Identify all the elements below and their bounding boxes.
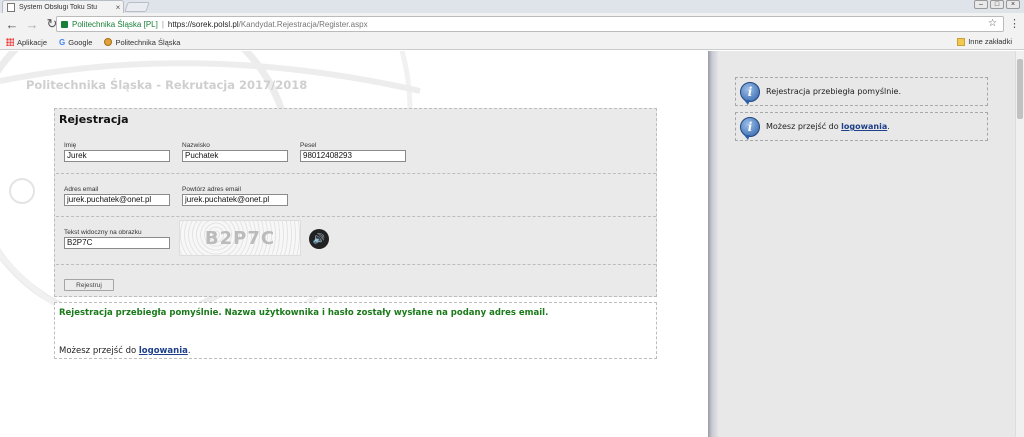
captcha-input[interactable]: B2P7C (64, 237, 170, 249)
pesel-group: Pesel 98012408293 (300, 142, 406, 162)
login-link[interactable]: logowania (139, 346, 188, 356)
apps-icon (6, 38, 14, 46)
security-label: Politechnika Śląska [PL] (72, 19, 158, 29)
pesel-input[interactable]: 98012408293 (300, 150, 406, 162)
address-bar[interactable]: Politechnika Śląska [PL] | https://sorek… (56, 16, 1004, 32)
window-close-button[interactable]: × (1006, 0, 1020, 9)
bookmark-polsl-label: Politechnika Śląska (115, 37, 181, 47)
captcha-image: B2P7C (179, 220, 301, 256)
captcha-label: Tekst widoczny na obrazku (64, 229, 142, 236)
scrollbar[interactable] (1015, 51, 1024, 437)
back-arrow-icon[interactable]: ← (4, 17, 20, 32)
bookmark-google[interactable]: G Google (59, 37, 93, 48)
lock-icon (61, 20, 68, 28)
first-name-input[interactable]: Jurek (64, 150, 170, 162)
sidebar-login-suffix: . (887, 122, 890, 131)
bookmark-other-label: Inne zakładki (968, 37, 1012, 46)
bookmark-polsl[interactable]: Politechnika Śląska (104, 38, 180, 47)
bookmark-apps-label: Aplikacje (17, 37, 48, 47)
login-hint: Możesz przejść do logowania. (59, 346, 191, 356)
first-name-label: Imię (64, 142, 77, 149)
page-icon (7, 2, 15, 12)
email-repeat-input[interactable]: jurek.puchatek@onet.pl (182, 194, 288, 206)
tab-title: System Obsługi Toku Stu (19, 3, 98, 11)
email-repeat-label: Powtórz adres email (182, 186, 241, 193)
bookmark-google-label: Google (68, 37, 93, 47)
bookmark-apps[interactable]: Aplikacje (6, 38, 47, 47)
bookmarks-bar: Aplikacje G Google Politechnika Śląska In… (0, 35, 1024, 50)
last-name-input[interactable]: Puchatek (182, 150, 288, 162)
row-divider (56, 264, 656, 265)
email-label: Adres email (64, 186, 99, 193)
result-panel: Rejestracja przebiegła pomyślnie. Nazwa … (54, 302, 657, 359)
url-host: https://sorek.polsl.pl (167, 19, 239, 29)
email-group: Adres email jurek.puchatek@onet.pl (64, 186, 170, 206)
last-name-label: Nazwisko (182, 142, 210, 149)
browser-tab[interactable]: System Obsługi Toku Stu × (2, 0, 124, 13)
register-button[interactable]: Rejestruj (64, 279, 114, 291)
form-title: Rejestracja (59, 113, 129, 126)
new-tab-button[interactable] (124, 2, 150, 12)
page-content: Politechnika Śląska - Rekrutacja 2017/20… (0, 51, 1024, 437)
success-message: Rejestracja przebiegła pomyślnie. Nazwa … (59, 308, 549, 318)
sidebar-message-text: Rejestracja przebiegła pomyślnie. (766, 87, 901, 96)
scrollbar-thumb[interactable] (1017, 59, 1023, 119)
browser-toolbar: ← → ↻ Politechnika Śląska [PL] | https:/… (0, 13, 1024, 35)
sidebar-login-link[interactable]: logowania (841, 122, 887, 131)
sidebar-login-prefix: Możesz przejść do (766, 122, 839, 131)
sidebar-message-success: i Rejestracja przebiegła pomyślnie. (735, 77, 988, 106)
browser-tab-bar: System Obsługi Toku Stu × – □ × (0, 0, 1024, 13)
row-divider (56, 173, 656, 174)
email-input[interactable]: jurek.puchatek@onet.pl (64, 194, 170, 206)
bookmark-star-icon[interactable]: ☆ (988, 18, 997, 29)
sidebar-message-login: i Możesz przejść do logowania. (735, 112, 988, 141)
pesel-label: Pesel (300, 142, 317, 149)
window-controls: – □ × (974, 0, 1020, 9)
last-name-group: Nazwisko Puchatek (182, 142, 288, 162)
url-path: /Kandydat.Rejestracja/Register.aspx (238, 19, 368, 29)
info-icon: i (740, 116, 760, 140)
site-title: Politechnika Śląska - Rekrutacja 2017/20… (26, 78, 308, 92)
row-divider (56, 216, 656, 217)
tab-close-icon[interactable]: × (113, 3, 123, 12)
info-icon: i (740, 81, 760, 105)
address-separator: | (161, 19, 164, 29)
speaker-icon[interactable]: 🔊 (309, 229, 329, 249)
first-name-group: Imię Jurek (64, 142, 170, 162)
login-hint-suffix: . (187, 346, 191, 356)
maximize-button[interactable]: □ (990, 0, 1004, 9)
browser-menu-icon[interactable]: ⋮ (1009, 17, 1020, 30)
content-divider (708, 51, 718, 437)
sidebar: i Rejestracja przebiegła pomyślnie. i Mo… (718, 51, 1015, 437)
login-hint-prefix: Możesz przejść do (59, 346, 139, 356)
folder-icon (957, 37, 966, 46)
captcha-image-text: B2P7C (204, 227, 276, 249)
polsl-logo-icon (104, 38, 113, 46)
minimize-button[interactable]: – (974, 0, 988, 9)
email-repeat-group: Powtórz adres email jurek.puchatek@onet.… (182, 186, 288, 206)
registration-form: Rejestracja Imię Jurek Nazwisko Puchatek… (54, 108, 657, 297)
bookmark-other[interactable]: Inne zakładki (957, 37, 1012, 46)
captcha-group: Tekst widoczny na obrazku B2P7C (64, 229, 170, 249)
google-icon: G (59, 38, 66, 47)
forward-arrow-icon[interactable]: → (24, 17, 40, 32)
